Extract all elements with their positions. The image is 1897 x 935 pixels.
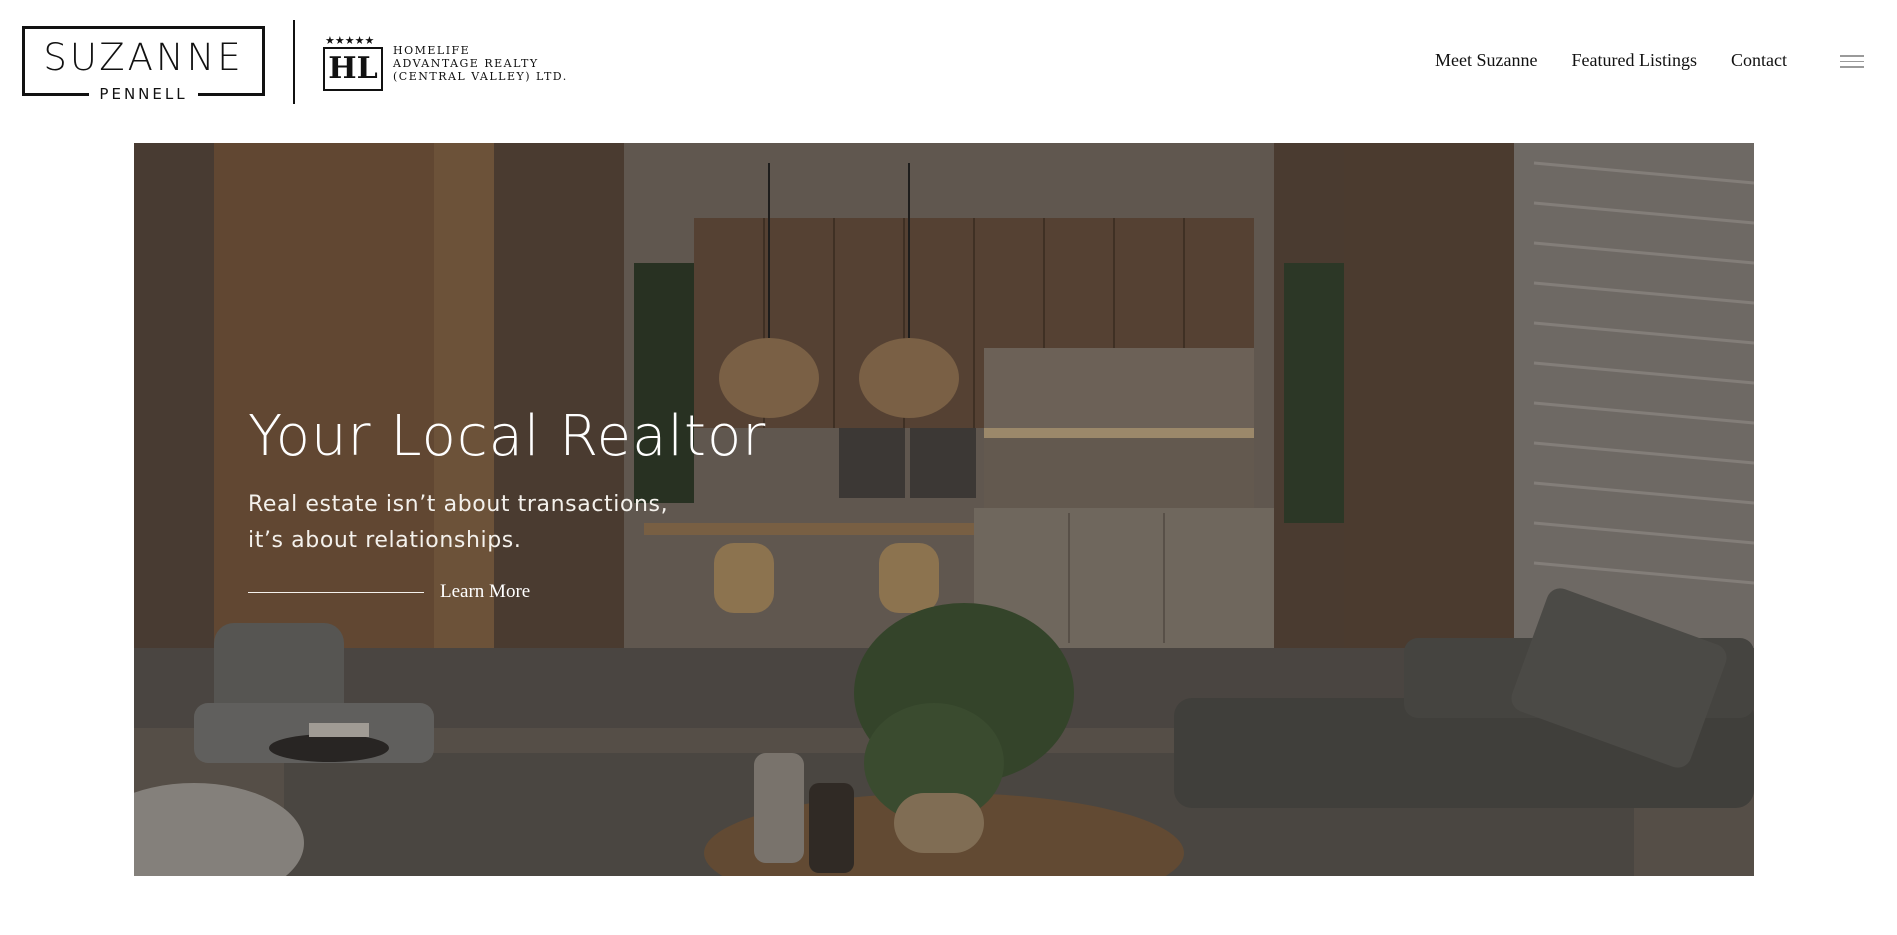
suzanne-pennell-logo[interactable]: SUZANNE PENNELL <box>22 26 265 103</box>
brokerage-name: HOMELIFE ADVANTAGE REALTY (CENTRAL VALLE… <box>393 44 568 83</box>
hero-banner: Your Local Realtor Real estate isn’t abo… <box>134 143 1754 876</box>
nav-featured-listings[interactable]: Featured Listings <box>1572 50 1697 71</box>
homelife-monogram: HL <box>323 47 383 91</box>
site-header: SUZANNE PENNELL ★★★★★ HL HOMELIFE ADVANT… <box>0 0 1897 130</box>
logo-divider <box>293 20 295 104</box>
logo-subname: PENNELL <box>89 85 198 103</box>
hero-title: Your Local Realtor <box>248 404 767 469</box>
hero-content: Your Local Realtor Real estate isn’t abo… <box>248 405 766 603</box>
brokerage-logo: ★★★★★ HL HOMELIFE ADVANTAGE REALTY (CENT… <box>323 34 568 92</box>
brokerage-line-3: (CENTRAL VALLEY) LTD. <box>393 69 568 83</box>
main-nav: Meet Suzanne Featured Listings Contact <box>1435 50 1787 71</box>
brokerage-line-1: HOMELIFE <box>393 43 471 57</box>
learn-more-label: Learn More <box>440 581 531 602</box>
learn-more-link[interactable]: Learn More <box>248 581 766 603</box>
stars-icon: ★★★★★ <box>325 35 375 47</box>
homelife-mark: ★★★★★ HL <box>323 35 385 91</box>
brokerage-line-2: ADVANTAGE REALTY <box>393 56 539 70</box>
hamburger-menu-icon[interactable] <box>1840 55 1864 71</box>
nav-meet-suzanne[interactable]: Meet Suzanne <box>1435 50 1537 71</box>
logo-name: SUZANNE <box>43 36 244 79</box>
learn-more-line <box>248 591 424 593</box>
nav-contact[interactable]: Contact <box>1731 50 1787 71</box>
hero-subtitle: Real estate isn’t about transactions, it… <box>248 492 669 553</box>
